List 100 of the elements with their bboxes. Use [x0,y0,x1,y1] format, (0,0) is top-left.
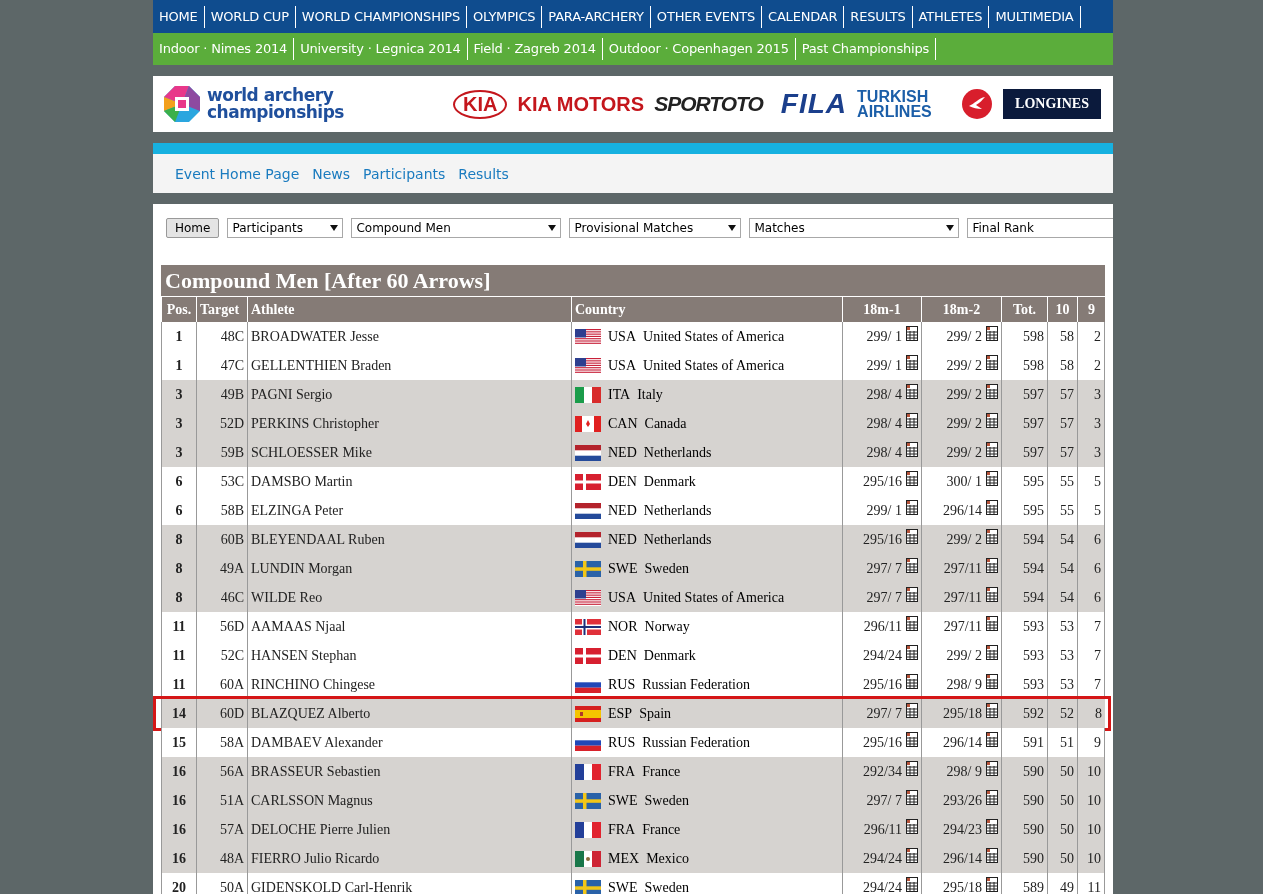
scorecard-icon[interactable] [986,529,998,544]
scorecard-icon[interactable] [986,326,998,341]
scorecard-icon[interactable] [986,442,998,457]
scorecard-icon[interactable] [906,587,918,602]
nav-link[interactable]: OLYMPICS [467,5,543,28]
scorecard-icon[interactable] [986,587,998,602]
scorecard-icon[interactable] [906,529,918,544]
caret-icon [548,225,557,231]
scorecard-icon[interactable] [906,645,918,660]
country-name: Mexico [646,850,689,867]
nav-link[interactable]: WORLD CHAMPIONSHIPS [295,5,468,28]
scorecard-icon[interactable] [986,616,998,631]
score-text: 299/ 1 [866,328,902,345]
event-nav-link[interactable]: Results [458,165,509,182]
dropdown[interactable]: Final Rank [967,218,1113,238]
flag-icon [575,879,601,894]
score-text: 295/18 [943,705,982,722]
scorecard-icon[interactable] [986,877,998,892]
country-name: Italy [637,386,663,403]
score-text: 297/11 [943,560,982,577]
nav-link[interactable]: ATHLETES [912,5,990,28]
score-text: 296/14 [943,502,982,519]
scorecard-icon[interactable] [906,500,918,515]
country-name: Netherlands [643,531,712,548]
scorecard-icon[interactable] [986,848,998,863]
event-nav-link[interactable]: Participants [363,165,446,182]
nav-link[interactable]: WORLD CUP [204,5,296,28]
flag-icon [575,618,601,635]
scorecard-icon[interactable] [906,413,918,428]
flag-icon [575,473,601,490]
score-text: 294/24 [863,850,902,867]
scorecard-icon[interactable] [906,326,918,341]
table-cell: 20 [161,873,196,894]
flag-icon [575,850,601,867]
score-text: 299/ 1 [866,502,902,519]
dropdown[interactable]: Matches [749,218,960,238]
score-text: 295/16 [863,734,902,751]
caret-icon [946,225,955,231]
sponsor-logo: TURKISH AIRLINES [857,89,933,119]
country-name: Canada [644,415,687,432]
country-name: United States of America [643,357,785,374]
country-code: MEX [608,850,640,867]
nav-link[interactable]: RESULTS [844,5,913,28]
country-name: France [642,763,681,780]
archery-target-logo [163,85,201,123]
nav-link[interactable]: CALENDAR [762,5,845,28]
dropdown[interactable]: Provisional Matches [569,218,742,238]
scorecard-icon[interactable] [906,471,918,486]
scorecard-icon[interactable] [986,761,998,776]
scorecard-icon[interactable] [906,790,918,805]
scorecard-icon[interactable] [906,819,918,834]
scorecard-icon[interactable] [906,558,918,573]
scorecard-icon[interactable] [986,384,998,399]
table-cell: 589 [1001,873,1047,894]
country-code: RUS [608,734,636,751]
score-text: 298/ 4 [866,386,902,403]
scorecard-icon[interactable] [906,355,918,370]
scorecard-icon[interactable] [906,877,918,892]
scorecard-icon[interactable] [986,732,998,747]
country-code: FRA [608,821,636,838]
scorecard-icon[interactable] [986,558,998,573]
nav-link[interactable]: OTHER EVENTS [650,5,763,28]
scorecard-icon[interactable] [986,703,998,718]
score-text: 296/14 [943,734,982,751]
score-text: 294/24 [863,879,902,894]
event-nav-link[interactable]: News [312,165,351,182]
bird-emblem-icon [961,88,994,120]
flag-icon [575,792,601,809]
flag-icon [575,415,601,432]
scorecard-icon[interactable] [906,732,918,747]
scorecard-icon[interactable] [986,500,998,515]
scorecard-icon[interactable] [906,616,918,631]
country-code: DEN [608,647,637,664]
nav-link[interactable]: PARA-ARCHERY [542,5,651,28]
scorecard-icon[interactable] [986,645,998,660]
scorecard-icon[interactable] [986,674,998,689]
dropdown[interactable]: Compound Men [351,218,562,238]
scorecard-icon[interactable] [906,442,918,457]
country-code: NED [608,502,637,519]
country-name: Netherlands [643,444,712,461]
caret-icon [330,225,339,231]
nav-link[interactable]: HOME [153,5,205,28]
scorecard-icon[interactable] [986,819,998,834]
scorecard-icon[interactable] [986,413,998,428]
dropdown[interactable]: Participants [227,218,344,238]
scorecard-icon[interactable] [906,674,918,689]
scorecard-icon[interactable] [906,703,918,718]
flag-icon [575,328,601,345]
flag-icon [575,589,601,606]
scorecard-icon[interactable] [906,384,918,399]
nav-link[interactable]: MULTIMEDIA [989,5,1081,28]
score-text: 299/ 1 [866,357,902,374]
home-button[interactable]: Home [166,218,220,238]
event-nav-link[interactable]: Event Home Page [175,165,300,182]
country-name: Denmark [643,473,696,490]
scorecard-icon[interactable] [986,790,998,805]
scorecard-icon[interactable] [906,761,918,776]
scorecard-icon[interactable] [986,471,998,486]
scorecard-icon[interactable] [906,848,918,863]
scorecard-icon[interactable] [986,355,998,370]
